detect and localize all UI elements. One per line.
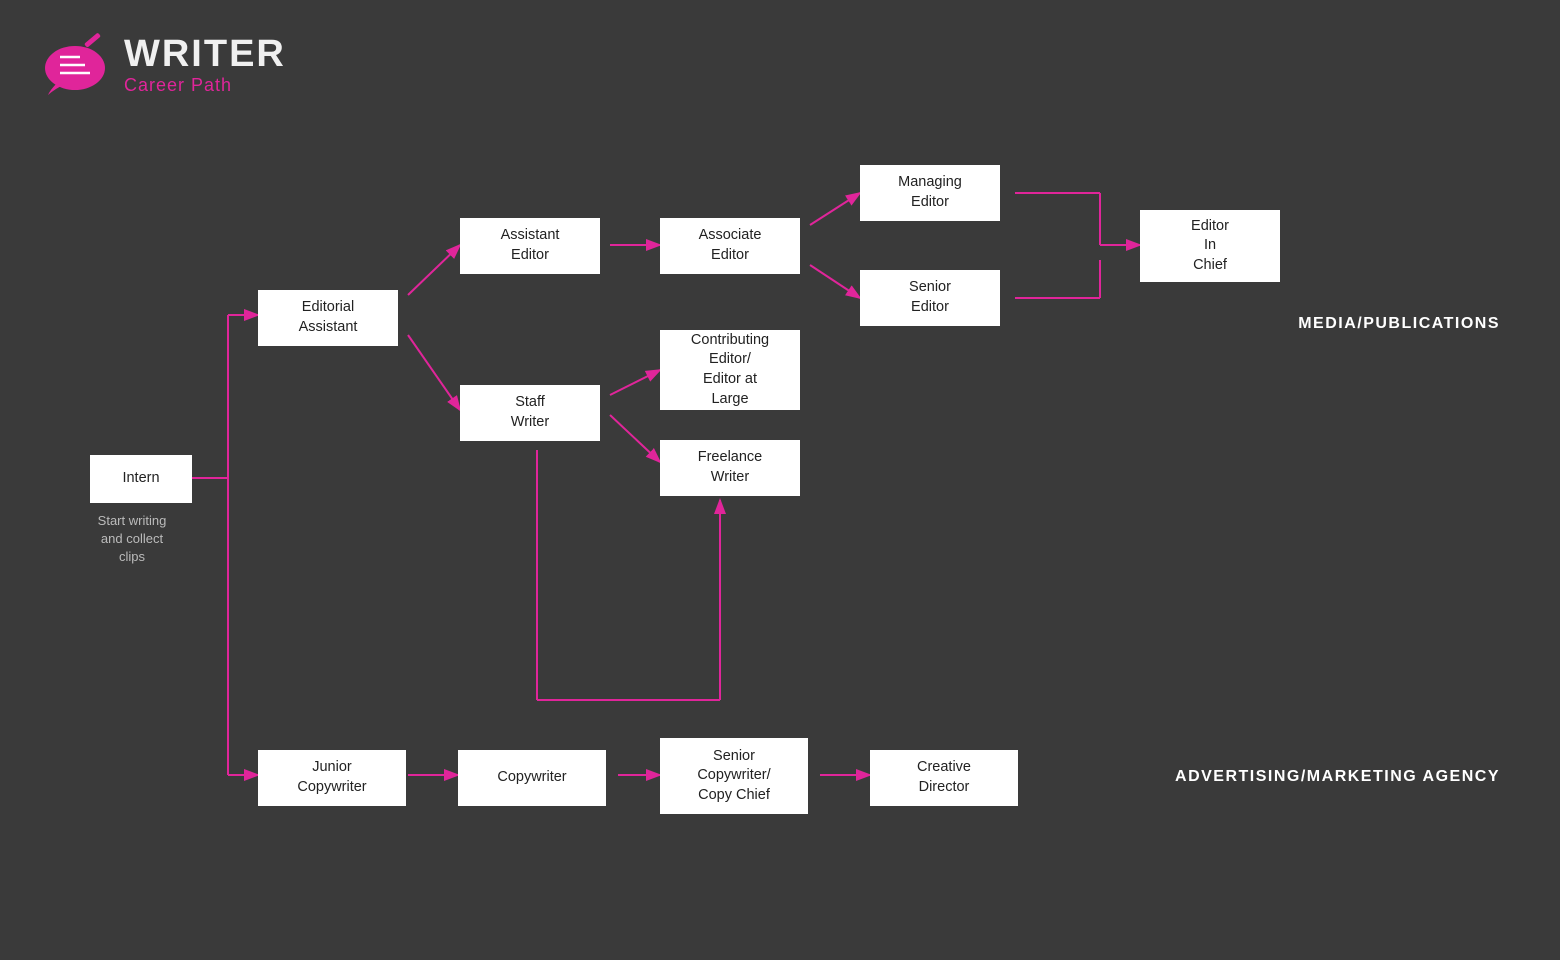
logo-area: WRITER Career Path bbox=[40, 30, 286, 100]
logo-subtitle: Career Path bbox=[124, 76, 286, 96]
node-editorial-assistant: Editorial Assistant bbox=[258, 290, 398, 346]
section-label-advertising: ADVERTISING/MARKETING AGENCY bbox=[1175, 768, 1500, 786]
node-senior-editor: Senior Editor bbox=[860, 270, 1000, 326]
node-contributing-editor: Contributing Editor/ Editor at Large bbox=[660, 330, 800, 410]
node-freelance-writer: Freelance Writer bbox=[660, 440, 800, 496]
node-managing-editor: Managing Editor bbox=[860, 165, 1000, 221]
section-label-media: MEDIA/PUBLICATIONS bbox=[1298, 315, 1500, 333]
logo-title: WRITER bbox=[124, 34, 286, 76]
node-senior-copywriter: Senior Copywriter/ Copy Chief bbox=[660, 738, 808, 814]
label-start-writing: Start writing and collect clips bbox=[62, 512, 202, 567]
node-assistant-editor: Assistant Editor bbox=[460, 218, 600, 274]
logo-text-area: WRITER Career Path bbox=[124, 34, 286, 96]
node-junior-copywriter: Junior Copywriter bbox=[258, 750, 406, 806]
node-creative-director: Creative Director bbox=[870, 750, 1018, 806]
node-copywriter: Copywriter bbox=[458, 750, 606, 806]
node-associate-editor: Associate Editor bbox=[660, 218, 800, 274]
node-editor-in-chief: Editor In Chief bbox=[1140, 210, 1280, 282]
node-intern: Intern bbox=[90, 455, 192, 503]
node-staff-writer: Staff Writer bbox=[460, 385, 600, 441]
logo-icon bbox=[40, 30, 110, 100]
